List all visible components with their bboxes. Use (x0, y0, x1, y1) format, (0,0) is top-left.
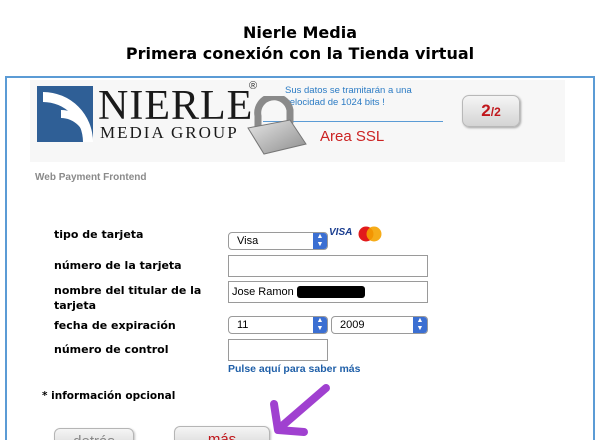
card-type-label: tipo de tarjeta (54, 228, 144, 241)
step-current: 2 (481, 101, 491, 120)
step-indicator: 2/2 (462, 95, 520, 127)
card-type-value: Visa (237, 235, 259, 247)
optional-info-note: * información opcional (42, 390, 176, 402)
holder-name-value: Jose Ramon (232, 286, 294, 298)
padlock-icon (238, 93, 318, 166)
control-number-label: número de control (54, 343, 169, 356)
redaction-bar (296, 286, 365, 299)
registered-mark: ® (249, 80, 258, 92)
next-button[interactable]: más (174, 426, 270, 440)
holder-name-input[interactable]: Jose Ramon (228, 281, 428, 303)
visa-logo: VISA (329, 227, 353, 238)
control-number-input[interactable] (228, 339, 328, 361)
card-number-input[interactable] (228, 255, 428, 277)
expiry-year-select[interactable]: 2009 ▲ ▼ (331, 316, 428, 334)
page-title-line-2: Primera conexión con la Tienda virtual (125, 44, 475, 63)
select-arrows-icon: ▲ ▼ (313, 233, 327, 249)
card-type-select[interactable]: Visa ▲ ▼ (228, 232, 328, 250)
page-title-line-1: Nierle Media (242, 23, 358, 42)
logo-mark-icon (37, 86, 93, 142)
mastercard-logo-icon (357, 226, 383, 242)
page-title: Nierle Media Primera conexión con la Tie… (0, 22, 600, 64)
select-arrows-icon: ▲ ▼ (413, 317, 427, 333)
logo-subtitle: MEDIA GROUP (100, 123, 239, 142)
expiry-month-value: 11 (237, 319, 249, 331)
back-button[interactable]: detrás (54, 428, 134, 440)
holder-name-label: nombre del titular de la tarjeta (54, 284, 202, 312)
expiry-label: fecha de expiración (54, 319, 176, 332)
section-label: Web Payment Frontend (35, 172, 147, 183)
area-ssl-label: Area SSL (320, 128, 385, 145)
expiry-year-value: 2009 (340, 319, 365, 331)
logo-wordmark: NIERLE (98, 83, 254, 129)
expiry-month-select[interactable]: 11 ▲ ▼ (228, 316, 328, 334)
annotation-arrow-icon (264, 382, 334, 440)
select-arrows-icon: ▲ ▼ (313, 317, 327, 333)
card-number-label: número de la tarjeta (54, 259, 182, 272)
step-total: 2 (494, 105, 501, 119)
learn-more-link[interactable]: Pulse aquí para saber más (228, 363, 360, 375)
